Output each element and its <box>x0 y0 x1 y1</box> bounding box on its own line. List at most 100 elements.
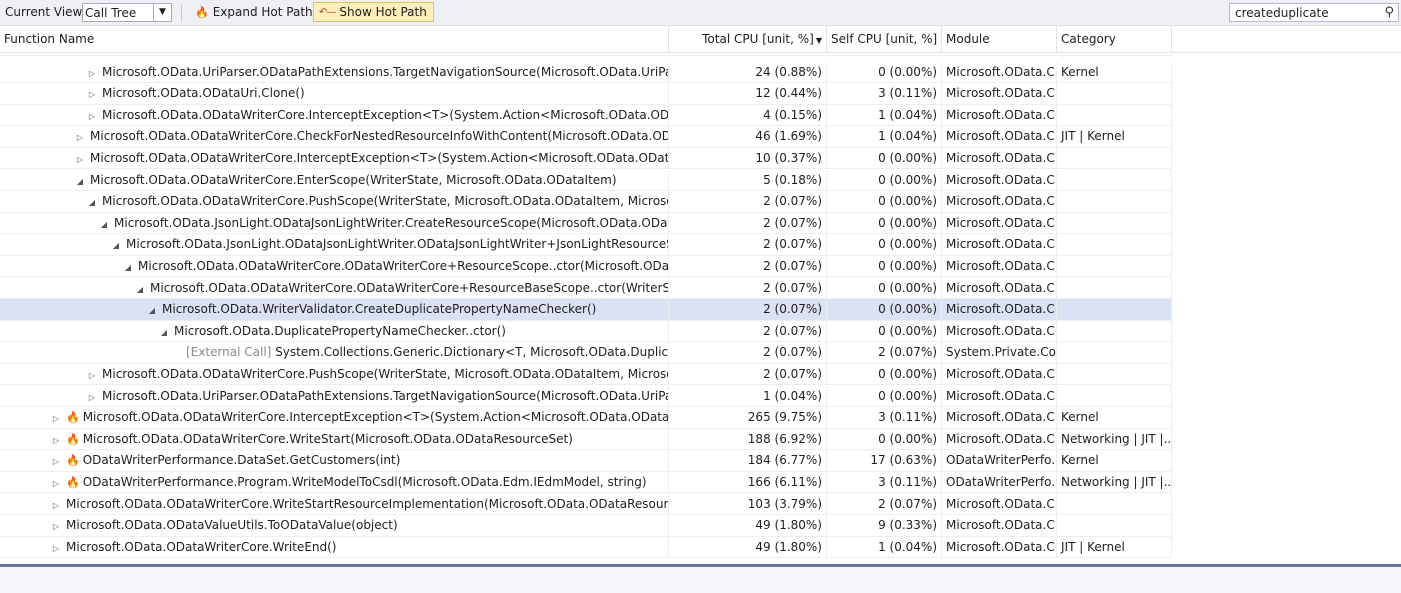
expand-arrow-icon[interactable]: ▷ <box>50 539 62 558</box>
function-name-cell: ▷ Microsoft.OData.ODataValueUtils.ToOData… <box>0 515 669 537</box>
expand-hot-path-button[interactable]: 🔥 Expand Hot Path <box>190 2 319 22</box>
total-cpu-cell: 2 (0.07%) <box>669 299 827 321</box>
function-name-cell: ◢ Microsoft.OData.ODataWriterCore.EnterSc… <box>0 169 669 191</box>
total-cpu-cell: 166 (6.11%) <box>669 471 827 493</box>
self-cpu-cell: 1 (0.04%) <box>827 126 942 148</box>
function-name-cell: ▷ 🔥 Microsoft.OData.ODataWriterCore.Interc… <box>0 407 669 429</box>
self-cpu-cell: 0 (0.00%) <box>827 428 942 450</box>
table-row[interactable]: ◢ Microsoft.OData.DuplicatePropertyNameCh… <box>0 320 1172 343</box>
module-cell: Microsoft.OData.C... <box>942 536 1057 558</box>
table-row[interactable]: [External Call] System.Collections.Gener… <box>0 342 1172 364</box>
function-name-cell: ▷ Microsoft.OData.ODataWriterCore.Interce… <box>0 147 669 169</box>
sort-descending-icon: ▼ <box>815 36 822 45</box>
column-function-name[interactable]: Function Name <box>0 26 669 52</box>
table-row[interactable]: ▷ 🔥 Microsoft.OData.ODataWriterCore.Interc… <box>0 407 1172 429</box>
table-row[interactable]: ▷ Microsoft.OData.ODataWriterCore.Interce… <box>0 104 1172 127</box>
module-cell: Microsoft.OData.C... <box>942 104 1057 126</box>
collapse-arrow-icon[interactable]: ◢ <box>158 323 170 342</box>
table-row[interactable]: ◢ Microsoft.OData.ODataWriterCore.ODataWr… <box>0 277 1172 299</box>
expand-arrow-icon[interactable]: ▷ <box>50 431 62 450</box>
table-row[interactable]: ◢ Microsoft.OData.ODataWriterCore.ODataWr… <box>0 255 1172 278</box>
expand-arrow-icon[interactable]: ▷ <box>86 64 98 83</box>
table-row[interactable]: ◢ Microsoft.OData.JsonLight.ODataJsonLigh… <box>0 234 1172 256</box>
expand-arrow-icon[interactable]: ▷ <box>50 474 62 493</box>
category-cell <box>1057 299 1172 321</box>
self-cpu-cell: 0 (0.00%) <box>827 277 942 299</box>
table-row[interactable]: ◢ Microsoft.OData.ODataWriterCore.EnterSc… <box>0 169 1172 191</box>
table-row[interactable]: ▷ Microsoft.OData.ODataWriterCore.WriteEn… <box>0 536 1172 559</box>
table-row[interactable]: ▷ Microsoft.OData.UriParser.ODataPathExte… <box>0 61 1172 83</box>
collapse-arrow-icon[interactable]: ◢ <box>86 193 98 212</box>
expand-arrow-icon[interactable]: ▷ <box>74 128 86 147</box>
collapse-arrow-icon[interactable]: ◢ <box>74 172 86 191</box>
module-cell: Microsoft.OData.C... <box>942 234 1057 256</box>
module-cell: Microsoft.OData.C... <box>942 169 1057 191</box>
total-cpu-cell: 2 (0.07%) <box>669 234 827 256</box>
column-total-cpu[interactable]: Total CPU [unit, %] ▼ <box>669 26 827 52</box>
expand-arrow-icon[interactable]: ▷ <box>86 388 98 407</box>
table-row[interactable]: ▷ Microsoft.OData.ODataValueUtils.ToOData… <box>0 515 1172 537</box>
show-hot-path-label: Show Hot Path <box>339 5 427 19</box>
table-row[interactable]: ▷ 🔥 ODataWriterPerformance.Program.WriteMo… <box>0 471 1172 494</box>
total-cpu-cell: 46 (1.69%) <box>669 126 827 148</box>
expand-arrow-icon[interactable]: ▷ <box>50 496 62 515</box>
table-row[interactable]: ◢ Microsoft.OData.ODataWriterCore.PushSco… <box>0 191 1172 213</box>
total-cpu-cell: 2 (0.07%) <box>669 277 827 299</box>
column-category[interactable]: Category <box>1057 26 1172 52</box>
function-name-text: Microsoft.OData.ODataWriterCore.WriteEnd… <box>66 539 337 554</box>
expand-arrow-icon[interactable]: ▷ <box>86 366 98 385</box>
module-cell: ODataWriterPerfo... <box>942 450 1057 472</box>
table-row[interactable]: ▷ Microsoft.OData.ODataWriterCore.CheckFo… <box>0 126 1172 148</box>
table-row[interactable]: ▷ Microsoft.OData.ODataWriterCore.WriteSt… <box>0 493 1172 515</box>
category-cell <box>1057 277 1172 299</box>
expand-arrow-icon[interactable]: ▷ <box>50 409 62 428</box>
table-row[interactable]: ▷ Microsoft.OData.UriParser.ODataPathExte… <box>0 385 1172 407</box>
call-tree-grid[interactable]: ▷ Microsoft.OData.UriParser.ODataPathExte… <box>0 53 1401 564</box>
details-pane <box>0 567 1401 593</box>
expand-arrow-icon[interactable]: ▷ <box>50 517 62 536</box>
self-cpu-cell: 0 (0.00%) <box>827 191 942 213</box>
total-cpu-cell: 49 (1.80%) <box>669 536 827 558</box>
self-cpu-cell: 0 (0.00%) <box>827 320 942 342</box>
collapse-arrow-icon[interactable]: ◢ <box>122 258 134 277</box>
collapse-arrow-icon[interactable]: ◢ <box>134 280 146 299</box>
search-icon[interactable]: ⚲ <box>1384 5 1394 20</box>
self-cpu-cell: 0 (0.00%) <box>827 299 942 321</box>
collapse-arrow-icon[interactable]: ◢ <box>110 236 122 255</box>
expand-arrow-icon[interactable]: ▷ <box>86 85 98 104</box>
function-name-text: Microsoft.OData.UriParser.ODataPathExten… <box>102 388 668 403</box>
search-input[interactable]: createduplicate ⚲ <box>1229 3 1399 22</box>
collapse-arrow-icon[interactable]: ◢ <box>98 215 110 234</box>
function-name-cell: ◢ Microsoft.OData.ODataWriterCore.ODataWr… <box>0 277 669 299</box>
category-cell <box>1057 212 1172 234</box>
current-view-dropdown[interactable]: Call Tree ▼ <box>82 3 172 22</box>
expand-arrow-icon[interactable]: ▷ <box>50 452 62 471</box>
table-row[interactable]: ▷ 🔥 ODataWriterPerformance.DataSet.GetCust… <box>0 450 1172 472</box>
self-cpu-cell: 3 (0.11%) <box>827 407 942 429</box>
table-row[interactable]: ▷ 🔥 Microsoft.OData.ODataWriterCore.WriteS… <box>0 428 1172 451</box>
table-row[interactable]: ▷ Microsoft.OData.ODataUri.Clone() 12 (0.4… <box>0 83 1172 105</box>
category-cell <box>1057 255 1172 277</box>
self-cpu-cell: 2 (0.07%) <box>827 342 942 364</box>
table-row[interactable]: ▷ Microsoft.OData.ODataWriterCore.PushSco… <box>0 363 1172 386</box>
expand-arrow-icon[interactable]: ▷ <box>86 107 98 126</box>
column-module[interactable]: Module <box>942 26 1057 52</box>
function-name-cell: ▷ 🔥 ODataWriterPerformance.Program.WriteMo… <box>0 471 669 493</box>
function-name-text: Microsoft.OData.ODataValueUtils.ToODataV… <box>66 518 398 533</box>
function-name-text: Microsoft.OData.ODataWriterCore.EnterSco… <box>90 172 617 187</box>
table-row[interactable]: ▷ Microsoft.OData.ODataWriterCore.Interce… <box>0 147 1172 170</box>
function-name-cell: ◢ Microsoft.OData.ODataWriterCore.PushSco… <box>0 191 669 213</box>
total-cpu-cell: 5 (0.18%) <box>669 169 827 191</box>
chevron-down-icon[interactable]: ▼ <box>153 4 171 21</box>
category-cell: JIT | Kernel <box>1057 536 1172 558</box>
table-row[interactable]: ◢ Microsoft.OData.WriterValidator.CreateD… <box>0 299 1172 321</box>
total-cpu-cell: 49 (1.80%) <box>669 515 827 537</box>
category-cell <box>1057 83 1172 105</box>
expand-arrow-icon[interactable]: ▷ <box>74 150 86 169</box>
collapse-arrow-icon[interactable]: ◢ <box>146 301 158 320</box>
column-self-cpu[interactable]: Self CPU [unit, %] <box>827 26 942 52</box>
show-hot-path-button[interactable]: ↶— Show Hot Path <box>313 2 434 22</box>
current-view-label: Current View: <box>5 5 86 19</box>
self-cpu-cell: 0 (0.00%) <box>827 363 942 385</box>
table-row[interactable]: ◢ Microsoft.OData.JsonLight.ODataJsonLigh… <box>0 212 1172 235</box>
